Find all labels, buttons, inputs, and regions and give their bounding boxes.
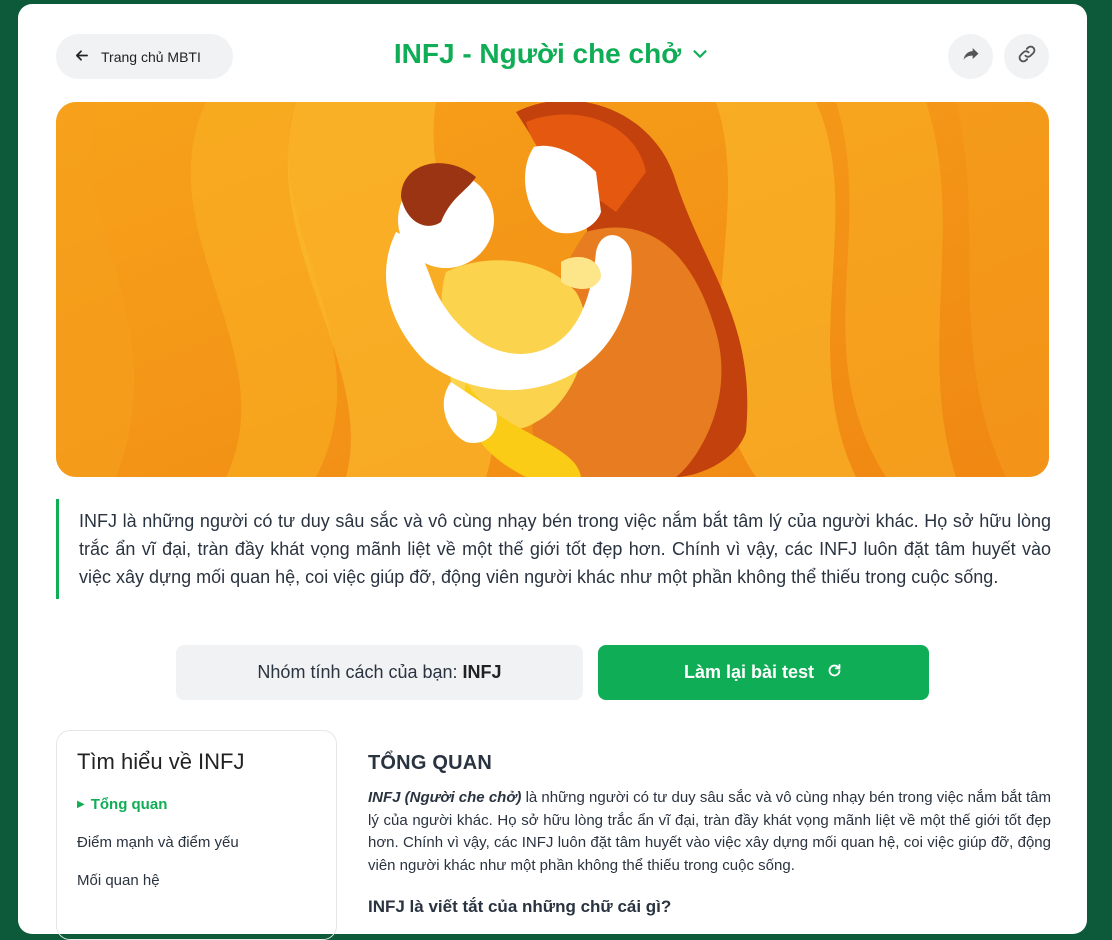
personality-group-box: Nhóm tính cách của bạn: INFJ [176, 645, 583, 700]
toc-item-relationships[interactable]: Mối quan hệ [77, 871, 316, 909]
copy-link-button[interactable] [1004, 34, 1049, 79]
toc-item-overview[interactable]: ▶ Tổng quan [77, 795, 316, 833]
toc-item-label: Tổng quan [90, 796, 168, 813]
group-value: INFJ [462, 662, 502, 682]
retake-test-button[interactable]: Làm lại bài test [598, 645, 929, 700]
table-of-contents: Tìm hiểu về INFJ ▶ Tổng quan Điểm mạnh v… [56, 730, 337, 940]
triangle-right-icon: ▶ [77, 799, 85, 810]
section-title: TỔNG QUAN [368, 752, 493, 774]
refresh-icon [826, 662, 843, 684]
group-label: Nhóm tính cách của bạn: [257, 662, 458, 682]
share-button[interactable] [948, 34, 993, 79]
page-card: Trang chủ MBTI INFJ - Người che chở INFJ… [18, 4, 1087, 940]
link-icon [1017, 44, 1037, 69]
overview-lead: INFJ (Người che chở) [368, 789, 522, 806]
toc-item-strengths-weaknesses[interactable]: Điểm mạnh và điểm yếu [77, 833, 316, 871]
main-content: TỔNG QUAN INFJ (Người che chở) là những … [368, 752, 1051, 917]
toc-item-label: Điểm mạnh và điểm yếu [77, 834, 239, 851]
share-icon [961, 44, 981, 69]
chevron-down-icon [689, 39, 711, 70]
hero-illustration [56, 102, 1049, 477]
title-dropdown[interactable]: INFJ - Người che chở [18, 38, 1087, 70]
subheading: INFJ là viết tắt của những chữ cái gì? [368, 897, 672, 916]
toc-title: Tìm hiểu về INFJ [77, 749, 245, 774]
page-title: INFJ - Người che chở [393, 38, 682, 69]
retake-label: Làm lại bài test [683, 662, 815, 682]
toc-item-label: Mối quan hệ [77, 872, 160, 889]
overview-paragraph: INFJ (Người che chở) là những người có t… [368, 787, 1051, 877]
intro-quote: INFJ là những người có tư duy sâu sắc và… [56, 499, 1051, 599]
